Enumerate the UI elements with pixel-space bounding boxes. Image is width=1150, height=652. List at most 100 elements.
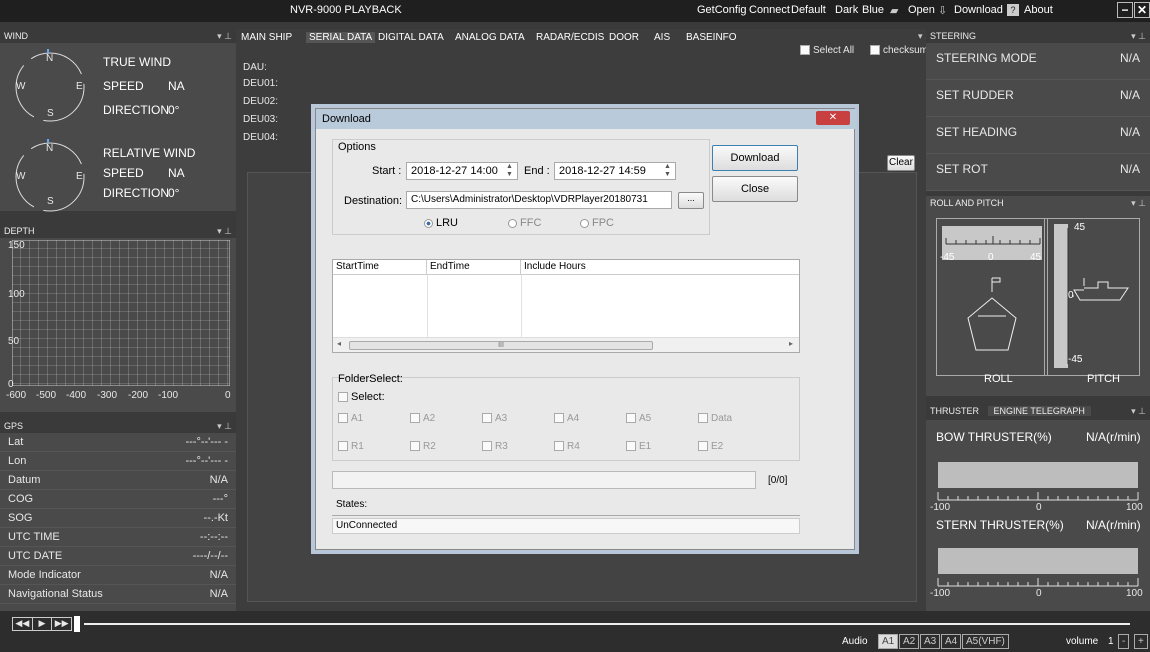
steering-row: SET ROT N/A [926, 154, 1150, 191]
checkbox-box[interactable] [410, 413, 420, 424]
start-datetime-input[interactable]: 2018-12-27 14:00 [406, 162, 518, 180]
tab-thruster[interactable]: THRUSTER [930, 406, 979, 416]
radio-lru[interactable]: LRU [424, 217, 458, 229]
stern-thruster-bar [938, 548, 1138, 574]
menu-getconfig[interactable]: GetConfig [697, 4, 747, 16]
pin-icon[interactable]: ▾ ⊥ [1131, 29, 1146, 43]
download-icon: ⇩ [938, 5, 948, 17]
audio-track-a5[interactable]: A5(VHF) [962, 634, 1009, 649]
title-bar: NVR-9000 PLAYBACK GetConfig Connect Defa… [0, 0, 1150, 22]
gps-value: ---° [212, 493, 228, 505]
tab-engine-telegraph[interactable]: ENGINE TELEGRAPH [987, 406, 1091, 416]
pin-icon[interactable]: ▾ ⊥ [1131, 402, 1146, 420]
volume-up-button[interactable]: + [1134, 634, 1148, 649]
col-starttime[interactable]: StartTime [333, 260, 427, 274]
checkbox-box[interactable] [338, 441, 348, 452]
tab-serial-data[interactable]: SERIAL DATA [306, 32, 376, 43]
folder-checkbox-a1[interactable]: A1 [338, 413, 363, 424]
tab-baseinfo[interactable]: BASEINFO [686, 32, 737, 43]
start-spinner[interactable]: ▲ ▼ [506, 163, 513, 179]
pin-icon[interactable]: ▾ ⊥ [217, 224, 232, 238]
radio-fpc[interactable]: FPC [580, 217, 614, 229]
timeline-track[interactable] [84, 623, 1130, 625]
table-header: StartTime EndTime Include Hours [333, 260, 799, 275]
rewind-icon[interactable]: ◀◀ [13, 618, 33, 630]
folder-checkbox-r4[interactable]: R4 [554, 441, 580, 452]
tab-ais[interactable]: AIS [654, 32, 670, 43]
scroll-right-icon[interactable]: ▸ [789, 339, 793, 348]
menu-connect[interactable]: Connect [749, 4, 790, 16]
browse-button[interactable]: ... [678, 192, 704, 209]
checkbox-box[interactable] [698, 413, 708, 424]
col-endtime[interactable]: EndTime [427, 260, 521, 274]
gps-row: Lon ---°--'--- - [0, 452, 236, 471]
horizontal-scrollbar[interactable]: ◂ III ▸ [333, 337, 799, 352]
checkbox-box[interactable] [698, 441, 708, 452]
audio-track-a1[interactable]: A1 [878, 634, 899, 649]
volume-down-button[interactable]: - [1118, 634, 1130, 649]
tab-analog-data[interactable]: ANALOG DATA [455, 32, 525, 43]
menu-download[interactable]: Download [954, 4, 1003, 16]
destination-input[interactable]: C:\Users\Administrator\Desktop\VDRPlayer… [406, 191, 672, 209]
menu-about[interactable]: About [1024, 4, 1053, 16]
checkbox-box[interactable] [626, 413, 636, 424]
close-button[interactable]: Close [712, 176, 798, 202]
folder-checkbox-r1[interactable]: R1 [338, 441, 364, 452]
folder-checkbox-r2[interactable]: R2 [410, 441, 436, 452]
fast-forward-icon[interactable]: ▶▶ [52, 618, 71, 630]
menu-dark[interactable]: Dark [835, 4, 858, 16]
end-spinner[interactable]: ▲ ▼ [664, 163, 671, 179]
depth-xtick: -100 [158, 390, 179, 401]
tab-digital-data[interactable]: DIGITAL DATA [378, 32, 444, 43]
checkbox-box[interactable] [338, 413, 348, 424]
clear-button[interactable]: Clear [887, 155, 915, 171]
close-window-button[interactable]: ✕ [1134, 2, 1150, 18]
checkbox-box[interactable] [482, 413, 492, 424]
pin-icon[interactable]: ▾ ⊥ [1131, 196, 1146, 210]
folder-checkbox-r3[interactable]: R3 [482, 441, 508, 452]
col-include-hours[interactable]: Include Hours [521, 260, 799, 274]
folder-checkbox-a5[interactable]: A5 [626, 413, 651, 424]
download-button[interactable]: Download [712, 145, 798, 171]
tab-radar-ecdis[interactable]: RADAR/ECDIS [536, 32, 604, 43]
select-all-checkbox[interactable]: Select All [800, 45, 854, 56]
minimize-button[interactable]: − [1117, 2, 1133, 18]
select-all-folders-checkbox[interactable]: Select: [338, 391, 385, 403]
dialog-close-icon[interactable]: ✕ [816, 111, 850, 125]
checkbox-box[interactable] [482, 441, 492, 452]
steering-header-label: STEERING [930, 31, 977, 41]
checksum-checkbox[interactable]: checksum [870, 45, 928, 56]
folder-checkbox-e1[interactable]: E1 [626, 441, 651, 452]
serial-row-label: DEU04: [243, 132, 279, 143]
checkbox-box[interactable] [554, 413, 564, 424]
gps-panel: GPS ▾ ⊥ Lat ---°--'--- - Lon ---°--'--- - Dat… [0, 419, 236, 611]
pin-icon[interactable]: ▾ ⊥ [217, 29, 232, 43]
end-datetime-input[interactable]: 2018-12-27 14:59 [554, 162, 676, 180]
roll-label: ROLL [984, 373, 1013, 385]
folder-checkbox-e2[interactable]: E2 [698, 441, 723, 452]
tab-door[interactable]: DOOR [609, 32, 639, 43]
radio-ffc[interactable]: FFC [508, 217, 541, 229]
checkbox-box[interactable] [626, 441, 636, 452]
audio-track-a4[interactable]: A4 [941, 634, 962, 649]
gps-row: UTC TIME --:--:-- [0, 528, 236, 547]
folder-checkbox-a3[interactable]: A3 [482, 413, 507, 424]
gps-value: N/A [209, 474, 228, 486]
pin-icon[interactable]: ▾ ⊥ [217, 419, 232, 433]
gps-key: SOG [8, 512, 33, 524]
timeline-thumb[interactable] [74, 616, 80, 632]
scroll-left-icon[interactable]: ◂ [337, 339, 341, 348]
checkbox-box[interactable] [554, 441, 564, 452]
folder-checkbox-data[interactable]: Data [698, 413, 732, 424]
folder-checkbox-a4[interactable]: A4 [554, 413, 579, 424]
menu-open[interactable]: Open [908, 4, 935, 16]
checkbox-box[interactable] [410, 441, 420, 452]
play-icon[interactable]: ▶ [33, 618, 53, 630]
audio-track-a2[interactable]: A2 [899, 634, 920, 649]
audio-track-a3[interactable]: A3 [920, 634, 941, 649]
tab-main-ship[interactable]: MAIN SHIP [241, 32, 292, 43]
menu-blue[interactable]: Blue [862, 4, 884, 16]
menu-default[interactable]: Default [791, 4, 826, 16]
folder-checkbox-a2[interactable]: A2 [410, 413, 435, 424]
scrollbar-thumb[interactable]: III [349, 341, 653, 350]
